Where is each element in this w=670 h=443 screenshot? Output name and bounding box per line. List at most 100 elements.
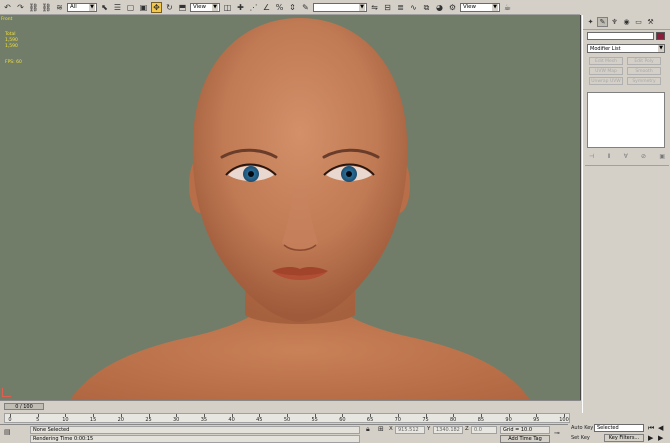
modifier-button[interactable]: Edit Mesh (589, 57, 623, 65)
select-by-name-icon[interactable]: ☰ (112, 2, 123, 13)
lock-selection-icon[interactable]: 🔒︎ (366, 425, 370, 434)
prompt-line: Rendering Time 0:00:15 (30, 435, 360, 443)
modify-tab-icon[interactable]: ✎ (597, 17, 608, 27)
timeline-tick-label: 70 (394, 417, 401, 423)
add-time-tag-button[interactable]: Add Time Tag (500, 435, 550, 443)
previous-frame-icon[interactable]: ◀ (658, 424, 663, 432)
modifier-button[interactable]: Unwrap UVW (589, 77, 623, 85)
window-crossing-icon[interactable]: ▣ (138, 2, 149, 13)
object-name-input[interactable] (587, 32, 654, 40)
unlink-icon[interactable]: ⛓ (41, 2, 52, 13)
modifier-button[interactable]: Edit Poly (627, 57, 661, 65)
timeline-tick-label: 80 (450, 417, 457, 423)
schematic-view-icon[interactable]: ⧉ (421, 2, 432, 13)
bind-spacewarp-icon[interactable]: ≋ (54, 2, 65, 13)
redo-icon[interactable]: ↷ (15, 2, 26, 13)
pin-stack-icon[interactable]: ⊣ (589, 153, 594, 160)
pivot-center-icon[interactable]: ◫ (222, 2, 233, 13)
quick-render-icon[interactable]: ☕ (502, 2, 513, 13)
timeline-tick-label: 75 (422, 417, 429, 423)
make-unique-icon[interactable]: ∀ (624, 153, 628, 160)
viewport-label[interactable]: Front (1, 17, 12, 22)
next-frame-icon[interactable]: ▶ (658, 434, 663, 442)
timeline-tick-label: 100 (559, 417, 569, 423)
selected-set-dropdown[interactable]: Selected (594, 424, 644, 432)
timeline-tick-label: 40 (228, 417, 235, 423)
key-mode-icon[interactable]: ⊸ (554, 429, 560, 437)
y-coordinate-field[interactable]: 1340.182 (433, 426, 463, 434)
grid-size: Grid = 10.0 (500, 426, 550, 434)
select-and-move-icon[interactable]: ✥ (151, 1, 162, 13)
timeline-tick-label: 55 (311, 417, 318, 423)
modifier-list-dropdown[interactable]: Modifier List ▼ (587, 44, 665, 53)
select-manipulate-icon[interactable]: ✚ (235, 2, 246, 13)
status-bar: ▤ None Selected Rendering Time 0:00:15 🔒… (0, 424, 581, 443)
play-icon[interactable]: ▶ (648, 434, 653, 442)
undo-icon[interactable]: ↶ (2, 2, 13, 13)
track-bar[interactable]: 0 5 10 15 20 25 30 35 40 45 50 55 60 65 70 75 80 85 90 95 10… (4, 413, 570, 423)
y-label: Y (427, 426, 431, 432)
divider (585, 165, 669, 166)
select-and-link-icon[interactable]: ⛓ (28, 2, 39, 13)
z-label: Z (465, 426, 469, 432)
modifier-stack[interactable] (587, 92, 665, 148)
curve-editor-icon[interactable]: ∿ (408, 2, 419, 13)
absolute-mode-icon[interactable]: ⊞ (378, 425, 384, 433)
modifier-list-label: Modifier List (590, 45, 621, 52)
select-and-rotate-icon[interactable]: ↻ (164, 2, 175, 13)
chevron-down-icon: ▼ (658, 45, 664, 52)
go-to-start-icon[interactable]: ⏮ (648, 424, 654, 433)
timeline-tick-label: 60 (339, 417, 346, 423)
z-coordinate-field[interactable]: 0.0 (471, 426, 497, 434)
chevron-down-icon: ▼ (89, 3, 95, 11)
timeline-tick-label: 20 (117, 417, 124, 423)
mirror-icon[interactable]: ⇋ (369, 2, 380, 13)
percent-snap-icon[interactable]: % (274, 2, 285, 13)
selection-filter-dropdown[interactable]: All ▼ (67, 2, 97, 12)
rectangular-selection-icon[interactable]: ▢ (125, 2, 136, 13)
key-filters-button[interactable]: Key Filters... (604, 434, 644, 442)
object-color-swatch[interactable] (656, 32, 665, 40)
timeline-tick-label: 10 (62, 417, 69, 423)
show-end-result-icon[interactable]: Ⅱ (607, 153, 610, 160)
viewport-statistics: Total 1,590 1,590 (5, 32, 18, 50)
layer-manager-icon[interactable]: ≣ (395, 2, 406, 13)
modifier-sets: Edit Mesh Edit Poly UVW Map Smooth Unwra… (589, 57, 663, 85)
select-and-scale-icon[interactable]: ⬒ (177, 2, 188, 13)
edit-named-selection-icon[interactable]: ✎ (300, 2, 311, 13)
select-object-icon[interactable]: ⬉ (99, 2, 110, 13)
x-coordinate-field[interactable]: 915.512 (395, 426, 425, 434)
auto-key-label[interactable]: Auto Key (571, 425, 593, 431)
modifier-button[interactable]: Smooth (627, 67, 661, 75)
time-slider[interactable]: 0 / 100 (4, 403, 44, 410)
angle-snap-icon[interactable]: ∠ (261, 2, 272, 13)
render-type-dropdown[interactable]: View ▼ (460, 2, 500, 12)
render-type-value: View (463, 4, 477, 10)
selection-filter-value: All (70, 4, 77, 10)
motion-tab-icon[interactable]: ◉ (621, 17, 632, 27)
timeline-tick-label: 90 (505, 417, 512, 423)
create-tab-icon[interactable]: ✦ (585, 17, 596, 27)
command-panel-tabs: ✦ ✎ ♆ ◉ ▭ ⚒ (583, 15, 670, 30)
display-tab-icon[interactable]: ▭ (633, 17, 644, 27)
stats-verts: 1,590 (5, 44, 18, 49)
align-icon[interactable]: ⊟ (382, 2, 393, 13)
remove-modifier-icon[interactable]: ⊘ (641, 153, 646, 160)
front-viewport[interactable]: Front Total 1,590 1,590 FPS: 60 (0, 15, 581, 400)
snap-toggle-icon[interactable]: ⋰ (248, 2, 259, 13)
hierarchy-tab-icon[interactable]: ♆ (609, 17, 620, 27)
reference-coordinate-dropdown[interactable]: View ▼ (190, 2, 220, 12)
spinner-snap-icon[interactable]: ⇕ (287, 2, 298, 13)
material-editor-icon[interactable]: ◕ (434, 2, 445, 13)
command-panel: ✦ ✎ ♆ ◉ ▭ ⚒ Modifier List ▼ Edit Mesh Ed… (582, 15, 670, 413)
set-key-label[interactable]: Set Key (571, 435, 590, 441)
configure-sets-icon[interactable]: ▣ (659, 153, 665, 160)
main-toolbar: ↶ ↷ ⛓ ⛓ ≋ All ▼ ⬉ ☰ ▢ ▣ ✥ ↻ ⬒ View ▼ ◫ ✚… (0, 0, 580, 15)
modifier-button[interactable]: UVW Map (589, 67, 623, 75)
modifier-button[interactable]: Symmetry (627, 77, 661, 85)
max-script-icon[interactable]: ▤ (4, 428, 11, 436)
render-scene-icon[interactable]: ⚙ (447, 2, 458, 13)
named-selection-dropdown[interactable]: ▼ (313, 2, 367, 12)
utilities-tab-icon[interactable]: ⚒ (645, 17, 656, 27)
timeline-tick-label: 0 (8, 417, 12, 423)
